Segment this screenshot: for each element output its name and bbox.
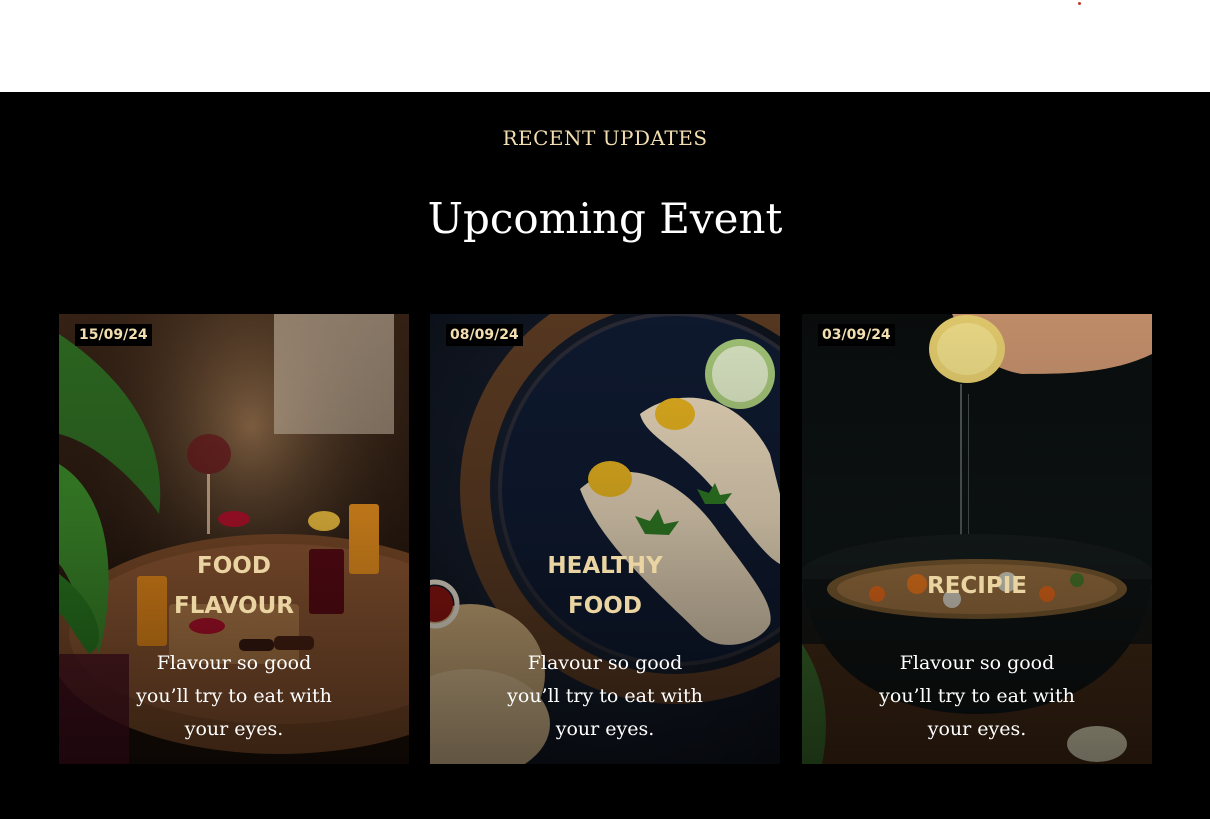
event-title-line-1: FOOD (197, 553, 271, 579)
event-title-line-2: FLAVOUR (174, 593, 294, 619)
event-description: Flavour so good you’ll try to eat with y… (879, 652, 1075, 740)
event-card-healthy-food[interactable]: 08/09/24 HEALTHY FOOD Flavour so good yo… (430, 314, 780, 764)
section-eyebrow: RECENT UPDATES (502, 126, 708, 150)
event-date-badge: 15/09/24 (75, 324, 152, 346)
recent-updates-section: RECENT UPDATES Upcoming Event 15/09/24 F… (0, 92, 1210, 819)
event-date-badge: 08/09/24 (446, 324, 523, 346)
site-header (0, 0, 1210, 92)
section-heading: Upcoming Event (427, 194, 783, 243)
event-card-food-flavour[interactable]: 15/09/24 FOOD FLAVOUR Flavour so good yo… (59, 314, 409, 764)
event-description: Flavour so good you’ll try to eat with y… (507, 652, 703, 740)
event-description: Flavour so good you’ll try to eat with y… (136, 652, 332, 740)
event-title-line-2: FOOD (568, 593, 642, 619)
event-card-recipie[interactable]: 03/09/24 RECIPIE Flavour so good you’ll … (802, 314, 1152, 764)
event-title-line-1: HEALTHY (547, 553, 663, 579)
header-accent-dot (1078, 2, 1081, 5)
event-date-badge: 03/09/24 (818, 324, 895, 346)
event-title-line-1: RECIPIE (927, 573, 1027, 599)
